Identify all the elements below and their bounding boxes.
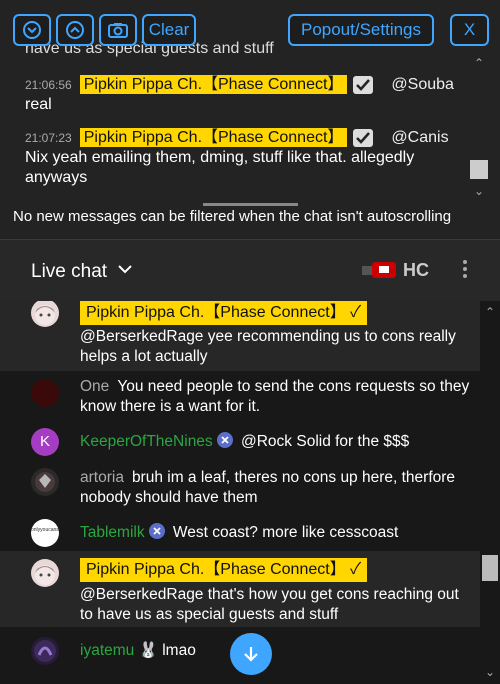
autoscroll-notice: No new messages can be filtered when the…	[13, 208, 452, 225]
scroll-up-arrow-icon[interactable]: ⌃	[483, 305, 497, 319]
avatar[interactable]	[31, 559, 59, 587]
message-line: KeeperOfTheNines @Rock Solid for the $$$	[80, 432, 472, 452]
scroll-down-button[interactable]	[13, 14, 51, 46]
close-button[interactable]: X	[450, 14, 489, 46]
author-name[interactable]: artoria	[80, 469, 124, 486]
scroll-down-arrow-icon[interactable]: ⌄	[483, 665, 497, 679]
owner-author-chip[interactable]: Pipkin Pippa Ch.【Phase Connect】	[79, 75, 348, 94]
message-timestamp: 21:07:23	[25, 131, 72, 145]
author-name[interactable]: Tablemilk	[80, 524, 145, 541]
scroll-to-bottom-button[interactable]	[230, 633, 272, 675]
owner-author-chip[interactable]: Pipkin Pippa Ch.【Phase Connect】 ✓	[80, 558, 368, 582]
live-chat-header: Live chat HC	[0, 239, 500, 302]
toolbar: Clear Popout/Settings X	[0, 0, 500, 52]
mention: @Canis	[391, 129, 449, 146]
chevron-down-icon[interactable]	[117, 264, 133, 274]
bunny-emoji-icon: 🐰	[138, 642, 158, 659]
verified-check-icon: ✓	[350, 561, 362, 578]
hc-extension-icon[interactable]	[362, 261, 398, 279]
filtered-message: 21:07:23 Pipkin Pippa Ch.【Phase Connect】 @…	[25, 128, 465, 188]
message-text: Nix yeah emailing them, dming, stuff lik…	[25, 149, 415, 186]
message-text: bruh im a leaf, theres no cons up here, …	[80, 469, 456, 506]
message-text: You need people to send the cons request…	[80, 378, 470, 415]
avatar[interactable]	[31, 468, 59, 496]
filtered-chat-panel: have us as special guests and stuff Clea…	[0, 0, 500, 239]
chat-message: Pipkin Pippa Ch.【Phase Connect】 ✓ @Berse…	[0, 551, 480, 627]
message-timestamp: 21:06:56	[25, 78, 72, 92]
message-line: iyatemu 🐰 lmao	[80, 641, 472, 661]
scroll-up-button[interactable]	[56, 14, 94, 46]
message-text: @BerserkedRage that's how you get cons r…	[80, 586, 459, 623]
scrollbar-thumb[interactable]	[482, 555, 498, 581]
author-name[interactable]: KeeperOfTheNines	[80, 433, 213, 450]
owner-author-chip[interactable]: Pipkin Pippa Ch.【Phase Connect】 ✓	[80, 301, 368, 325]
hc-label[interactable]: HC	[403, 260, 429, 281]
avatar[interactable]: K	[31, 428, 59, 456]
message-text: @Rock Solid for the $$$	[241, 433, 410, 450]
screenshot-button[interactable]	[99, 14, 137, 46]
live-chat-messages: Pipkin Pippa Ch.【Phase Connect】 ✓ @Berse…	[0, 301, 480, 684]
member-badge-icon	[148, 523, 165, 539]
avatar[interactable]: onlyyoucanseethisimage	[31, 519, 59, 547]
message-line: artoria bruh im a leaf, theres no cons up…	[80, 468, 472, 508]
camera-icon	[108, 23, 128, 38]
chevron-down-icon	[23, 21, 41, 39]
message-text: @BerserkedRage yee recommending us to co…	[80, 328, 456, 365]
avatar[interactable]	[31, 301, 59, 327]
resize-handle[interactable]	[203, 203, 298, 206]
message-text: real	[25, 96, 52, 113]
verified-check-icon	[353, 128, 374, 147]
avatar[interactable]	[31, 637, 59, 665]
message-line: One You need people to send the cons requ…	[80, 377, 472, 417]
message-line: Tablemilk West coast? more like cesscoas…	[80, 523, 472, 543]
live-chat-title[interactable]: Live chat	[31, 261, 107, 283]
scroll-up-arrow-icon[interactable]: ⌃	[472, 56, 486, 70]
member-badge-icon	[216, 432, 233, 448]
author-name[interactable]: iyatemu	[80, 642, 134, 659]
chat-message: One You need people to send the cons requ…	[0, 375, 480, 419]
scroll-down-arrow-icon[interactable]: ⌄	[472, 184, 486, 198]
owner-author-chip[interactable]: Pipkin Pippa Ch.【Phase Connect】	[79, 128, 348, 147]
verified-check-icon: ✓	[350, 304, 362, 321]
verified-check-icon	[353, 75, 374, 94]
mention: @Souba	[391, 76, 454, 93]
more-options-icon[interactable]	[463, 260, 467, 281]
arrow-down-icon	[244, 647, 258, 662]
chat-message: Pipkin Pippa Ch.【Phase Connect】 ✓ @Berse…	[0, 301, 480, 371]
author-name[interactable]: One	[80, 378, 109, 395]
chat-message: onlyyoucanseethisimage Tablemilk West co…	[0, 519, 480, 549]
avatar[interactable]	[31, 379, 59, 407]
message-text: lmao	[162, 642, 196, 659]
scrollbar-thumb[interactable]	[470, 160, 488, 179]
chevron-up-icon	[66, 21, 84, 39]
chat-message: artoria bruh im a leaf, theres no cons up…	[0, 466, 480, 510]
filtered-message: 21:06:56 Pipkin Pippa Ch.【Phase Connect】 @…	[25, 75, 485, 115]
popout-settings-button[interactable]: Popout/Settings	[288, 14, 434, 46]
message-text: West coast? more like cesscoast	[172, 524, 399, 541]
chat-message: K KeeperOfTheNines @Rock Solid for the $…	[0, 426, 480, 456]
author-name: Pipkin Pippa Ch.【Phase Connect】	[86, 304, 346, 321]
author-name: Pipkin Pippa Ch.【Phase Connect】	[86, 561, 346, 578]
live-chat-scrollbar[interactable]: ⌃ ⌄	[480, 301, 500, 684]
clear-button[interactable]: Clear	[142, 14, 196, 46]
